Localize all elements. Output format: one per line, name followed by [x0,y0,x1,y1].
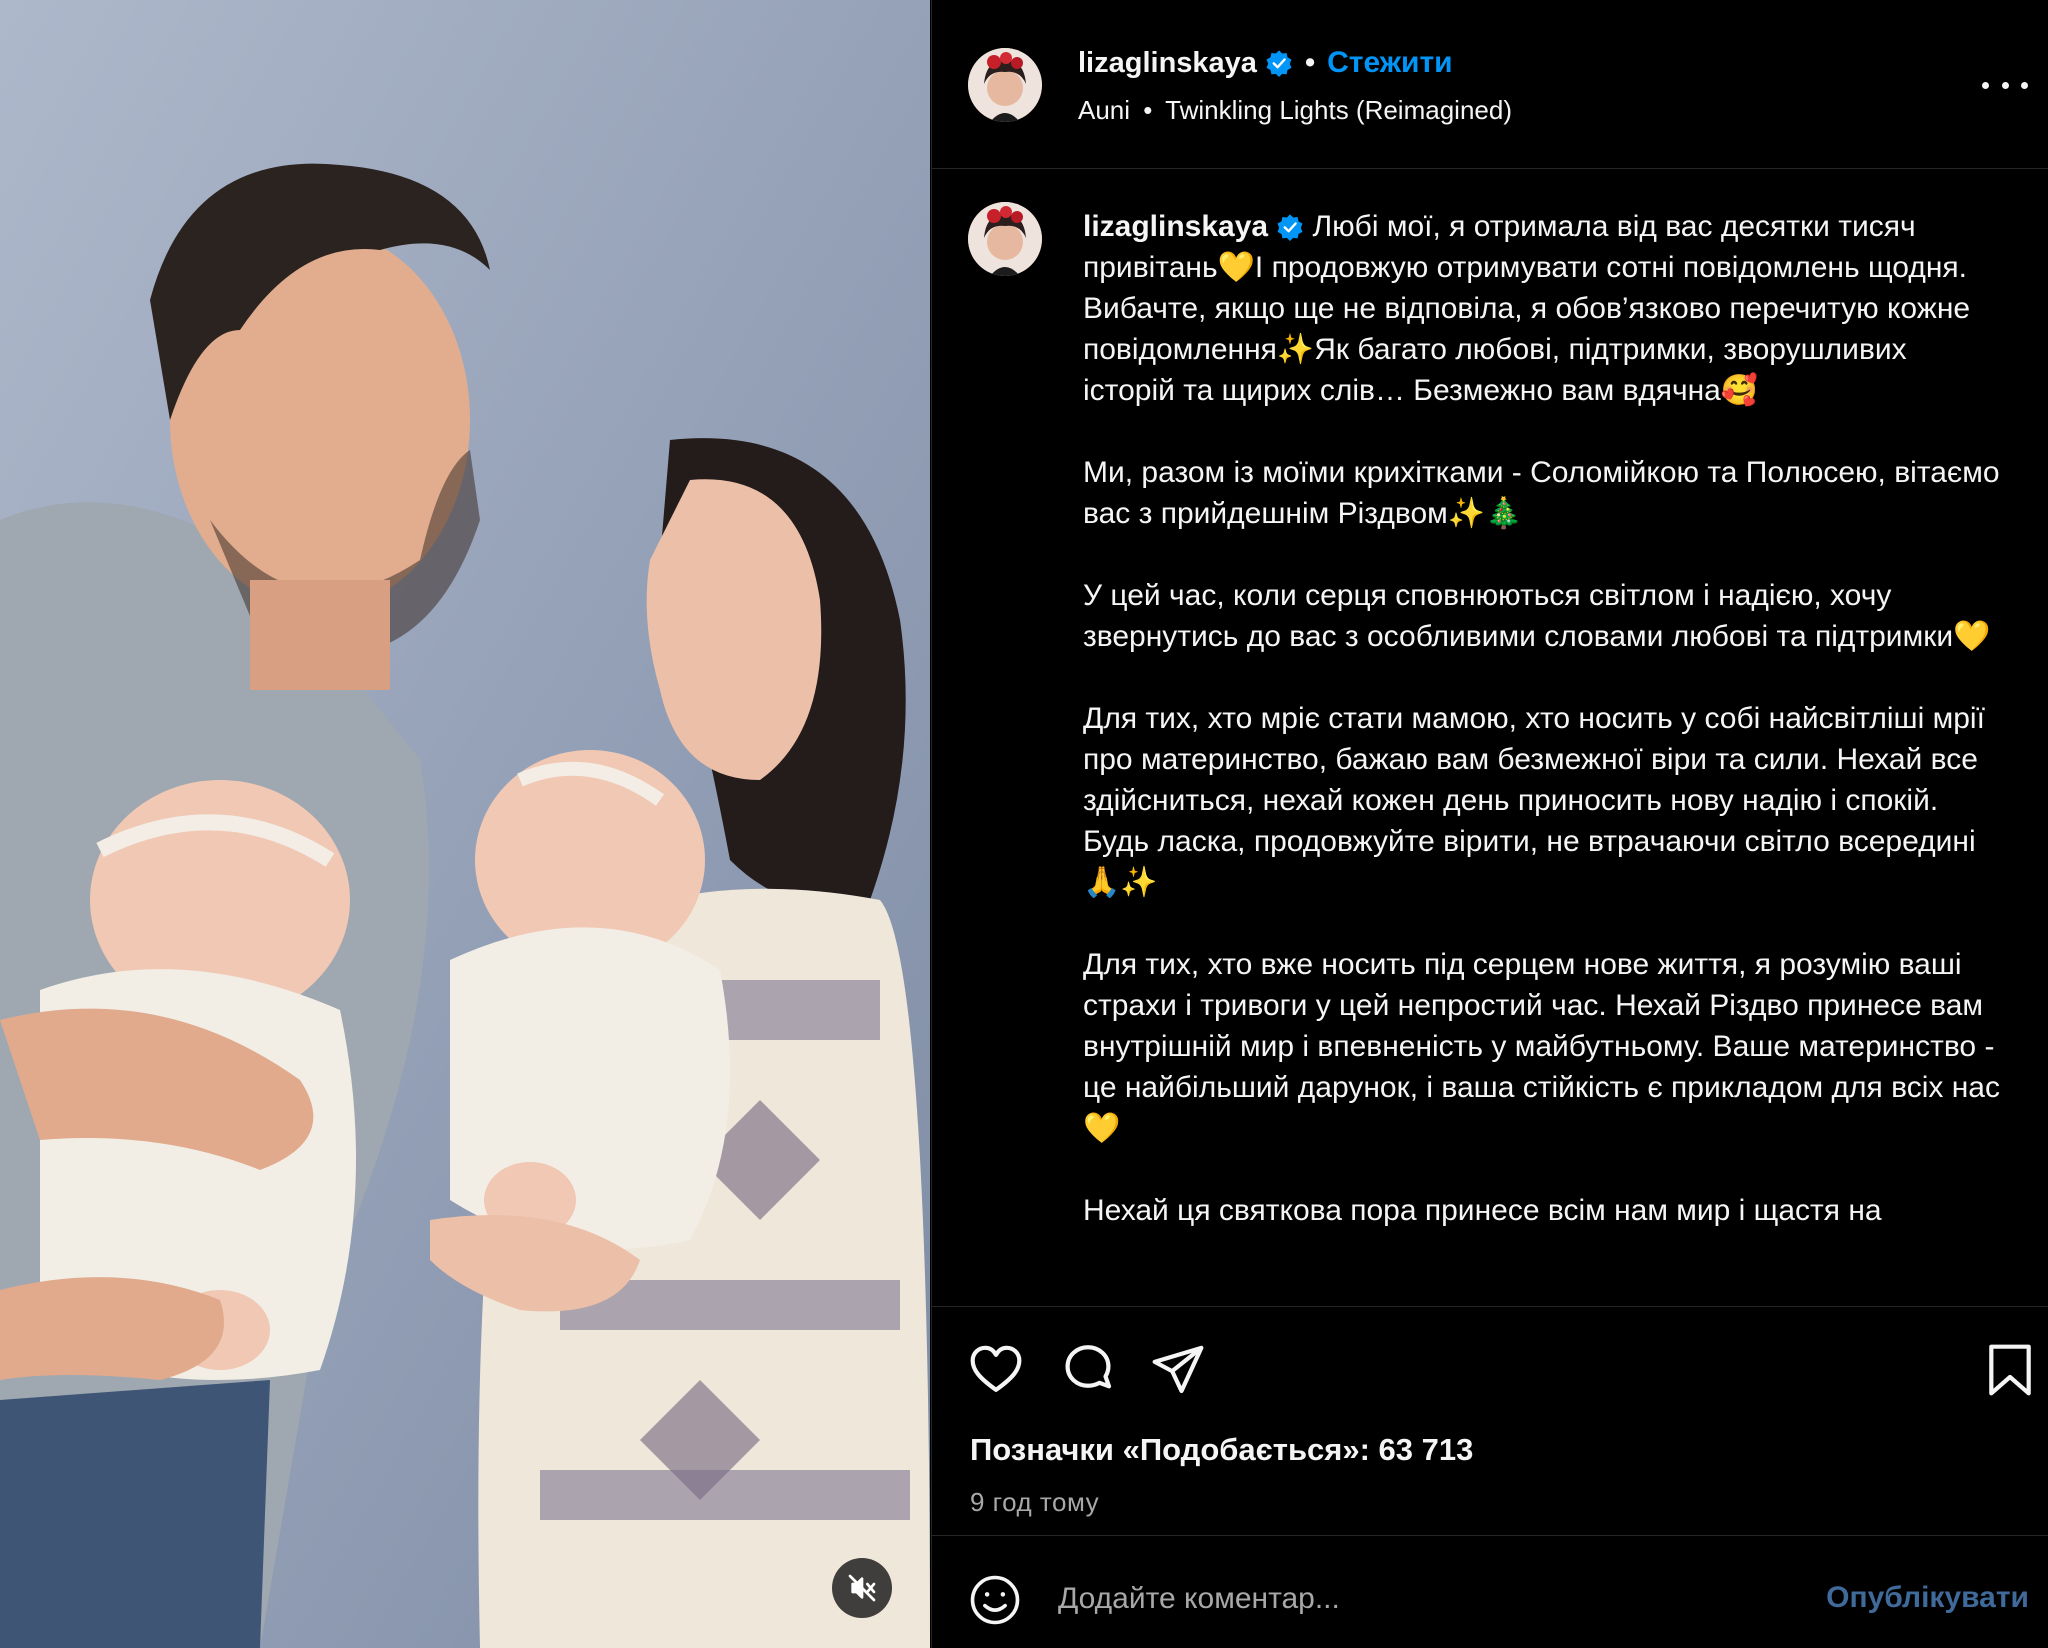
author-avatar[interactable] [968,48,1042,122]
post-actions: Позначки «Подобається»: 63 713 9 год том… [932,1306,2048,1536]
caption-paragraph: Ми, разом із моїми крихітками - Соломійк… [1083,456,2008,530]
video-frame-illustration [0,0,930,1648]
caption-text: lizaglinskaya Любі мої, я отримала від в… [1083,206,2003,1231]
verified-badge-icon [1266,50,1292,77]
caption-author-avatar[interactable] [968,202,1042,276]
emoji-smile-icon[interactable] [968,1573,1022,1627]
mute-toggle-button[interactable] [832,1558,892,1618]
muted-speaker-icon [848,1574,876,1602]
likes-count[interactable]: Позначки «Подобається»: 63 713 [970,1432,1473,1468]
caption-paragraph: Для тих, хто мріє стати мамою, хто носит… [1083,702,1994,899]
follow-button[interactable]: Стежити [1327,46,1453,79]
post-timestamp[interactable]: 9 год тому [970,1487,1099,1518]
publish-comment-button[interactable]: Опублікувати [1826,1581,2029,1615]
audio-attribution[interactable]: Auni • Twinkling Lights (Reimagined) [1078,95,1512,126]
caption-paragraph: Нехай ця святкова пора принесе всім нам … [1083,1194,1882,1227]
audio-artist: Auni [1078,95,1131,125]
audio-separator: • [1143,95,1153,125]
bookmark-icon[interactable] [1982,1342,2038,1398]
more-options-icon-dot [2021,81,2028,89]
comment-bar: Опублікувати [932,1537,2048,1648]
avatar-image [968,202,1042,276]
post-video[interactable] [0,0,930,1648]
verified-badge-icon [1277,214,1303,241]
more-options-icon [1982,81,1989,89]
avatar-image [968,48,1042,122]
heart-icon[interactable] [968,1342,1024,1398]
comment-bubble-icon[interactable] [1060,1342,1116,1398]
comment-input[interactable] [1058,1569,1678,1629]
author-username[interactable]: lizaglinskaya [1078,47,1257,79]
caption-username[interactable]: lizaglinskaya [1083,210,1268,243]
more-options-button[interactable] [1982,70,2028,100]
caption-paragraph: У цей час, коли серця сповнюються світло… [1083,579,1991,653]
paper-plane-icon[interactable] [1150,1342,1206,1398]
more-options-icon-dot [2001,81,2009,89]
caption-paragraph: Для тих, хто вже носить під серцем нове … [1083,948,2003,1145]
post-details-panel: lizaglinskaya • Стежити Auni • Twinkling L… [931,0,2048,1648]
post-header: lizaglinskaya • Стежити Auni • Twinkling L… [932,0,2048,169]
audio-title: Twinkling Lights (Reimagined) [1165,95,1512,125]
header-separator: • [1304,47,1316,79]
caption-scroll-area[interactable]: lizaglinskaya Любі мої, я отримала від в… [932,170,2048,1305]
